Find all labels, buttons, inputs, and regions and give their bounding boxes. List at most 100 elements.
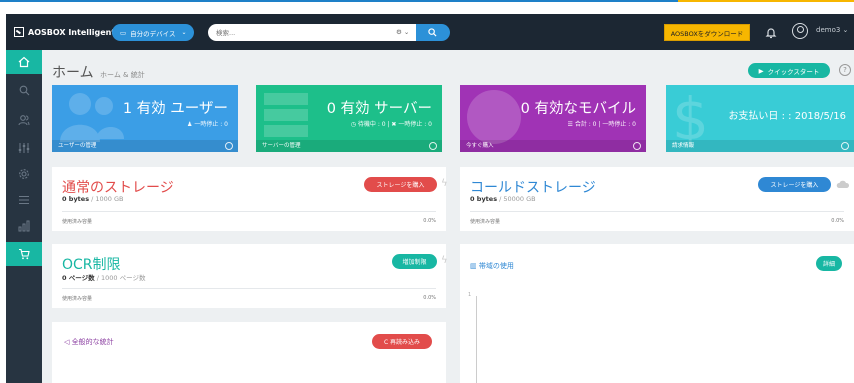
used-capacity-label: 使用済み容量: [62, 296, 93, 302]
app-logo[interactable]: AOSBOX Intelligent: [14, 25, 115, 39]
search-button[interactable]: [416, 24, 450, 41]
card-cold-storage: コールドストレージ 0 bytes / 50000 GB ストレージを購入 使用…: [460, 167, 854, 231]
sidebar-item-charts[interactable]: [6, 214, 42, 238]
divider: [62, 288, 436, 289]
cloud-icon: [836, 180, 850, 188]
device-selector-label: 自分のデバイス: [130, 29, 176, 38]
page-title-text: ホーム: [52, 65, 94, 81]
card-bandwidth: ▥ 帯域の使用 詳細 1: [460, 244, 854, 383]
used-capacity-value: 0.0%: [831, 218, 844, 224]
cart-icon: [19, 248, 30, 260]
search-icon: [19, 85, 29, 95]
divider: [470, 211, 844, 212]
top-navbar: AOSBOX Intelligent ▭ 自分のデバイス ⌄ ⚙ ⌄ AOSBO…: [6, 14, 854, 50]
servers-count: 0 有効 サーバー: [326, 101, 432, 117]
sidebar-item-users[interactable]: [6, 108, 42, 132]
card-normal-storage: 通常のストレージ 0 bytes / 1000 GB ストレージを購入 ϟ 使用…: [52, 167, 448, 231]
arrow-circle-icon: [841, 142, 849, 150]
stat-card-users[interactable]: 1 有効 ユーザー ♟ 一時停止 : 0 ユーザーの管理: [52, 85, 238, 152]
stat-card-payment[interactable]: $ お支払い日 : : 2018/5/16 請求情報: [666, 85, 854, 152]
card-ocr-limit: OCR制限 0 ページ数 / 1000 ページ数 増加制限 ϟ 使用済み容量 0…: [52, 244, 448, 308]
arrow-circle-icon: [429, 142, 437, 150]
divider: [62, 211, 436, 212]
search-bar: ⚙ ⌄: [208, 24, 450, 41]
search-settings-icon[interactable]: ⚙ ⌄: [396, 28, 412, 37]
quick-start-button[interactable]: ▶ クイックスタート: [748, 63, 830, 78]
payment-date: お支払い日 : : 2018/5/16: [728, 111, 846, 122]
servers-status: ◷ 待機中 : 0 | ✖ 一時停止 : 0: [350, 121, 432, 128]
list-icon: [19, 196, 29, 204]
users-bg-icon: [60, 93, 124, 142]
play-icon: ▶: [758, 66, 764, 75]
user-menu[interactable]: demo3 ⌄: [816, 26, 848, 34]
sidebar-item-settings[interactable]: [6, 162, 42, 186]
chevron-down-icon: ⌄: [181, 29, 187, 36]
sidebar-item-home[interactable]: [6, 50, 47, 74]
sidebar-item-list[interactable]: [6, 188, 42, 212]
app-window: AOSBOX Intelligent ▭ 自分のデバイス ⌄ ⚙ ⌄ AOSBO…: [0, 0, 854, 383]
svg-text:$: $: [672, 87, 709, 147]
ocr-usage: 0 ページ数 / 1000 ページ数: [62, 274, 146, 282]
details-button[interactable]: 詳細: [816, 256, 842, 271]
used-capacity-label: 使用済み容量: [470, 219, 501, 225]
users-count: 1 有効 ユーザー: [122, 101, 228, 117]
normal-storage-usage: 0 bytes / 1000 GB: [62, 195, 124, 203]
page-title: ホーム ホーム & 統計: [52, 62, 145, 82]
logo-text: AOSBOX Intelligent: [28, 27, 116, 37]
card-general-stats: ◁ 全般的な統計 C 再読み込み: [52, 322, 446, 383]
bolt-icon: ϟ: [441, 178, 448, 189]
user-avatar-icon[interactable]: [792, 23, 808, 39]
arrow-circle-icon: [633, 142, 641, 150]
increase-limit-button[interactable]: 増加制限: [392, 254, 437, 269]
help-icon[interactable]: ?: [839, 64, 851, 76]
main-content: ホーム ホーム & 統計 ▶ クイックスタート ? 1 有効 ユーザー ♟ 一時…: [42, 50, 854, 383]
y-axis-label: 1: [468, 292, 472, 298]
used-capacity-value: 0.0%: [423, 295, 436, 301]
users-paused: ♟ 一時停止 : 0: [187, 121, 228, 128]
payment-footer-link[interactable]: 請求情報: [666, 140, 854, 152]
cold-storage-usage: 0 bytes / 50000 GB: [470, 195, 536, 203]
search-icon: [428, 28, 437, 37]
cold-storage-title: コールドストレージ: [470, 180, 596, 196]
top-accent-yellow: [678, 0, 854, 2]
used-capacity-value: 0.0%: [423, 218, 436, 224]
bar-chart-icon: ▥: [470, 262, 479, 270]
home-icon: [18, 56, 30, 68]
sidebar-item-settings-sliders[interactable]: [6, 136, 42, 160]
bell-icon[interactable]: [764, 25, 778, 39]
ocr-title: OCR制限: [62, 257, 121, 273]
device-selector-button[interactable]: ▭ 自分のデバイス ⌄: [112, 24, 194, 41]
sliders-icon: [18, 143, 30, 153]
bar-chart-icon: [18, 220, 30, 232]
sidebar-item-cart[interactable]: [6, 242, 42, 266]
bandwidth-chart-area: [476, 296, 826, 383]
list-icon: ☰: [567, 121, 575, 128]
server-bg-icon: [264, 93, 308, 137]
arrow-circle-icon: [225, 142, 233, 150]
page-subtitle: ホーム & 統計: [100, 71, 145, 79]
buy-storage-button[interactable]: ストレージを購入: [364, 177, 437, 192]
logo-icon: [14, 27, 24, 37]
send-icon: ◁: [64, 338, 72, 346]
mobiles-status: ☰ 合計 : 0 | 一時停止 : 0: [567, 121, 636, 128]
bolt-icon: ϟ: [441, 255, 448, 266]
sidebar-item-search[interactable]: [6, 78, 42, 102]
reload-button[interactable]: C 再読み込み: [372, 334, 432, 349]
mobiles-count: 0 有効なモバイル: [520, 101, 636, 117]
search-input[interactable]: [208, 24, 416, 41]
username-label: demo3: [816, 26, 841, 34]
stat-card-servers[interactable]: 0 有効 サーバー ◷ 待機中 : 0 | ✖ 一時停止 : 0 サーバーの管理: [256, 85, 442, 152]
mobiles-footer-link[interactable]: 今すぐ購入: [460, 140, 646, 152]
sidebar: [6, 50, 47, 383]
quick-start-label: クイックスタート: [767, 67, 820, 76]
servers-footer-link[interactable]: サーバーの管理: [256, 140, 442, 152]
buy-cold-storage-button[interactable]: ストレージを購入: [758, 177, 831, 192]
users-footer-link[interactable]: ユーザーの管理: [52, 140, 238, 152]
bandwidth-title: ▥ 帯域の使用: [470, 262, 514, 270]
device-icon: ▭: [120, 28, 127, 37]
stat-card-mobiles[interactable]: 0 有効なモバイル ☰ 合計 : 0 | 一時停止 : 0 今すぐ購入: [460, 85, 646, 152]
dollar-bg-icon: $: [672, 87, 709, 147]
clock-icon: ◷: [350, 121, 358, 128]
normal-storage-title: 通常のストレージ: [62, 180, 174, 196]
download-button[interactable]: AOSBOXをダウンロード: [664, 24, 750, 41]
